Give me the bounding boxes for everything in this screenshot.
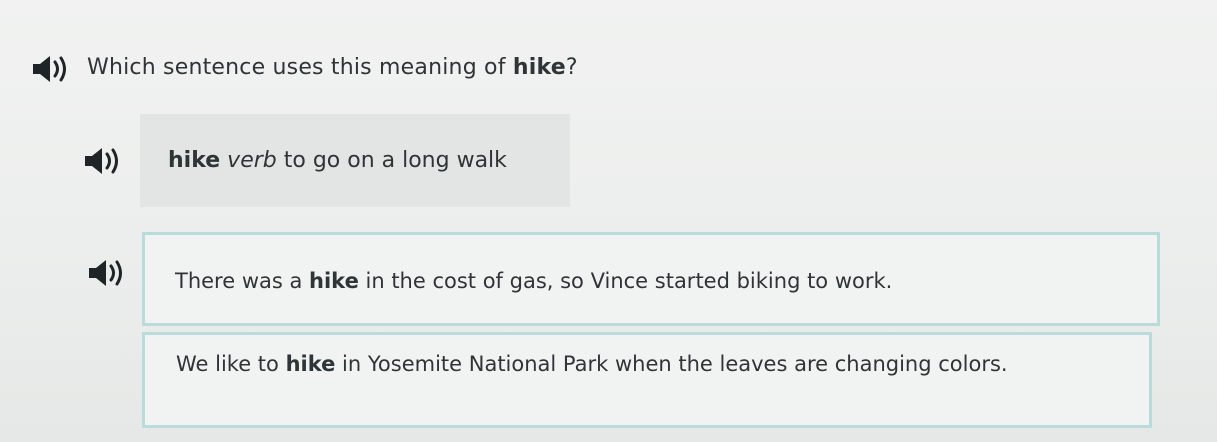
question-speaker-icon[interactable] xyxy=(30,54,72,84)
option-1-prefix: There was a xyxy=(175,269,310,293)
question-keyword: hike xyxy=(512,55,566,80)
answer-option-2[interactable]: We like to hike in Yosemite National Par… xyxy=(142,332,1152,428)
option-1-keyword: hike xyxy=(309,269,359,293)
definition-word: hike xyxy=(168,148,221,173)
option-1-speaker-icon[interactable] xyxy=(86,258,128,288)
question-suffix: ? xyxy=(565,55,578,80)
option-2-keyword: hike xyxy=(285,352,336,376)
option-2-text: We like to hike in Yosemite National Par… xyxy=(176,352,1076,376)
definition-meaning: to go on a long walk xyxy=(276,148,507,173)
option-2-suffix: in Yosemite National Park when the leave… xyxy=(335,352,1008,376)
option-1-suffix: in the cost of gas, so Vince started bik… xyxy=(358,269,893,293)
question-text: Which sentence uses this meaning of hike… xyxy=(87,55,578,80)
definition-text: hike verb to go on a long walk xyxy=(168,148,507,173)
option-2-prefix: We like to xyxy=(176,352,286,376)
answer-option-1[interactable]: There was a hike in the cost of gas, so … xyxy=(142,232,1160,326)
question-prefix: Which sentence uses this meaning of xyxy=(87,55,513,80)
definition-speaker-icon[interactable] xyxy=(82,146,124,176)
definition-part-of-speech: verb xyxy=(227,148,277,173)
option-1-text: There was a hike in the cost of gas, so … xyxy=(175,269,892,293)
